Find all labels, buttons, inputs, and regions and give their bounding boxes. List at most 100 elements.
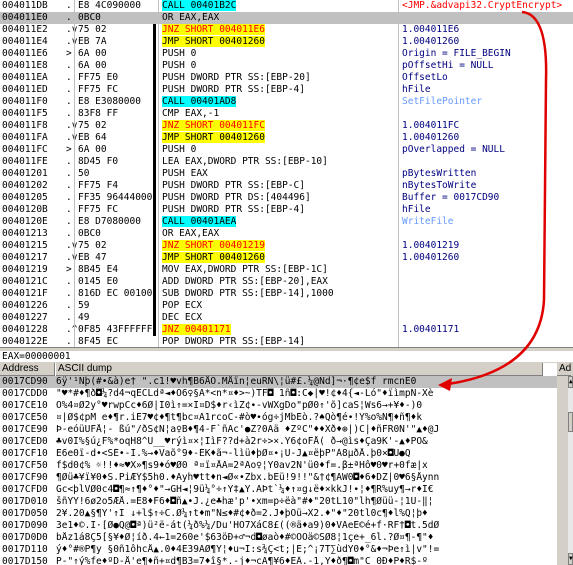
dump-ascii-text: šñYY!6ø2o5ÆÅ.=E8♦F6♦◘ñ▲•J.¿e♣hæ'p'•xm=p÷… — [56, 496, 434, 507]
disasm-row[interactable]: 0040121F. 816D EC 00100 SUB DWORD PTR SS:[… — [0, 288, 573, 300]
disasm-comment: 1.00401260 — [402, 36, 460, 47]
disasm-jump-marker: . — [66, 96, 72, 107]
dump-row[interactable]: 0017CF10 E6e0ï-d•<SÉ•-I.%→♦Vaõ°9♦-ÉK♦ã¬-l… — [0, 448, 557, 460]
dump-column-ascii[interactable]: ASCII dump — [56, 363, 543, 376]
dump-row[interactable]: 0017CE10 Ô%4¤Ø2y°♥rwpCc♦6Ø|I0ì↑=×I¤D$♦r‹ì… — [0, 400, 557, 412]
dump-row[interactable]: 0017D050 2¥.20▲§¶Y'↑I ↓+l$↑÷C.Ø¼↑t♦m"Ñ≤♦#… — [0, 508, 557, 520]
disasm-row[interactable]: 004011F8 .v 75 02 JNZ SHORT 004011FC 1.00401… — [0, 120, 573, 132]
disasm-hex-bytes: FF75 FC — [78, 84, 119, 95]
disasm-address: 004011E0 — [2, 12, 48, 23]
disasm-row[interactable]: 0040121C. 0145 E0 ADD DWORD PTR SS:[EBP-20… — [0, 276, 573, 288]
disasm-hex-bytes: 75 02 — [78, 240, 107, 251]
disasm-row[interactable]: 00401227. 49 DEC ECX — [0, 312, 573, 324]
dump-column-address[interactable]: Address — [0, 363, 55, 376]
disasm-row[interactable]: 004011F0. E8 E3080000 CALL 00401AD8 SetFile… — [0, 96, 573, 108]
dump-row[interactable]: 0017CE50 ¤|Ø$¢pM e♦¶r.iE7♥¢♦¶t¶bc¤Ä1rcoC-… — [0, 412, 557, 424]
disasm-row[interactable]: 004011DB. E8 4C090000 CALL 00401B2C <JMP.&a… — [0, 0, 573, 12]
disasm-instruction: MOV EAX,DWORD PTR SS:[EBP-1C] — [162, 264, 328, 275]
disasm-row[interactable]: 004011E6 >6A 00 PUSH 0 Origin = FILE_BEGIN — [0, 48, 573, 60]
disasm-row[interactable]: 0040122E. 8F45 EC POP DWORD PTR SS:[EBP-14… — [0, 336, 573, 347]
scroll-down-button[interactable]: ▼ — [568, 553, 573, 565]
disasm-comment — [402, 300, 573, 312]
disassembly-pane[interactable]: 004011DB. E8 4C090000 CALL 00401B2C <JMP.&a… — [0, 0, 573, 347]
disasm-row[interactable]: 004011EA. FF75 E0 PUSH DWORD PTR SS:[EBP-2… — [0, 72, 573, 84]
disasm-instruction-cell: LEA EAX,DWORD PTR SS:[EBP-10] — [162, 156, 398, 168]
dump-row[interactable]: 0017D010 šñYY!6ø2o5ÆÅ.=E8♦F6♦◘ñ▲•J.¿e♣hæ'… — [0, 496, 557, 508]
disasm-instruction: PUSH DWORD PTR SS:[EBP-20] — [162, 72, 311, 83]
disasm-jump-marker: .v — [66, 240, 78, 251]
column-separator-disasm — [158, 0, 159, 347]
dump-row[interactable]: 0017CE90 Þ-eóüUFÅ¦- ßú"/ðS¢N¦a♀B♦¶4-F`ñAc… — [0, 424, 557, 436]
disasm-instruction-cell: JMP SHORT 00401260 — [162, 132, 398, 144]
disasm-row[interactable]: 004011ED. FF75 FC PUSH DWORD PTR SS:[EBP-4… — [0, 84, 573, 96]
disasm-row[interactable]: 00401205. FF35 96444000 PUSH DWORD PTR DS:… — [0, 192, 573, 204]
disasm-jump-marker: . — [66, 84, 72, 95]
column-separator-hex — [74, 0, 75, 347]
disasm-row[interactable]: 00401201. 50 PUSH EAX pBytesWritten — [0, 168, 573, 180]
disasm-row[interactable]: 00401217 .v EB 47 JMP SHORT 00401260 1.00401… — [0, 252, 573, 264]
disasm-row[interactable]: 004011E2 .v 75 02 JNZ SHORT 004011E6 1.00401… — [0, 24, 573, 36]
dump-scrollbar-thumb[interactable] — [568, 412, 573, 432]
dump-address: 0017CE90 — [2, 424, 48, 435]
disasm-hex-bytes: 0145 E0 — [78, 276, 119, 287]
disasm-row[interactable]: 004011E8. 6A 00 PUSH 0 pOffsetHi = NULL — [0, 60, 573, 72]
disasm-address: 0040120B — [2, 204, 48, 215]
disasm-instruction: PUSH 0 — [162, 144, 197, 155]
disasm-row[interactable]: 004011FE. 8D45 F0 LEA EAX,DWORD PTR SS:[EB… — [0, 156, 573, 168]
disasm-instruction-cell: OR EAX,EAX — [162, 228, 398, 240]
disasm-hex-bytes: 0BC0 — [78, 228, 101, 239]
dump-row[interactable]: 0017D090 3e1♦©.Ï·[Ø●Q@◘ª)ü²ë-át(¼ð%¼/Du'H… — [0, 520, 557, 532]
disasm-row[interactable]: 00401213. 0BC0 OR EAX,EAX — [0, 228, 573, 240]
disasm-hex-bytes: 49 — [78, 312, 90, 323]
disasm-comment: hFile — [402, 204, 431, 215]
dump-row[interactable]: 0017CD90 6ÿ'¹Nþ(#•&à)e† ".c1!♥vh¶B6ÅO.MÅï… — [0, 376, 557, 388]
disasm-row[interactable]: 00401215 .v 75 02 JNZ SHORT 00401219 1.00401… — [0, 240, 573, 252]
disasm-row[interactable]: 004011FC >6A 00 PUSH 0 pOverlapped = NULL — [0, 144, 573, 156]
dump-row[interactable]: 0017CFD0 Gc<þlVØ0c4◘¶≈↑¶♦°♦"→GH◄¦9ü¼°÷↑Y‡… — [0, 484, 557, 496]
disasm-instruction-cell: PUSH DWORD PTR SS:[EBP-20] — [162, 72, 398, 84]
disasm-instruction: PUSH DWORD PTR SS:[EBP-4] — [162, 204, 305, 215]
disasm-jump-marker: . — [66, 336, 72, 347]
disasm-row[interactable]: 0040120E. E8 D7080000 CALL 00401AEA WriteFi… — [0, 216, 573, 228]
disasm-instruction-cell: PUSH 0 — [162, 144, 398, 156]
disasm-instruction: JMP SHORT 00401260 — [162, 252, 265, 263]
disasm-instruction: LEA EAX,DWORD PTR SS:[EBP-10] — [162, 156, 328, 167]
disasm-instruction-cell: POP DWORD PTR SS:[EBP-14] — [162, 336, 398, 347]
dump-row[interactable]: 0017CDD0 "♥*#♦¶ð◘¼?d4¬qECLdª◄♦Ö6♀§Ä*<n*¤♦… — [0, 388, 557, 400]
register-status-line: EAX=00000001 — [0, 351, 573, 362]
scroll-up-button[interactable]: ▲ — [568, 376, 573, 388]
dump-address: 0017CF90 — [2, 472, 48, 483]
disasm-instruction-cell: JNZ 00401171 — [162, 324, 398, 336]
dump-row[interactable]: 0017CED0 ♣v0Ï%§ú¿F%*oqH8^U__♥rýì¤×¦IìF??d… — [0, 436, 557, 448]
disasm-instruction-cell: PUSH 0 — [162, 60, 398, 72]
disasm-row[interactable]: 00401226. 59 POP ECX — [0, 300, 573, 312]
dump-row[interactable]: 0017CF50 f$d0¢% ☼!!♦≈♥X»¶s9♦ó♥Ø0 ª¤ï¤ÅA=2… — [0, 460, 557, 472]
disasm-address: 00401205 — [2, 192, 48, 203]
disasm-instruction-cell: OR EAX,EAX — [162, 12, 398, 24]
disasm-row[interactable]: 004011E4 .v EB 7A JMP SHORT 00401260 1.00401… — [0, 36, 573, 48]
dump-address: 0017CFD0 — [2, 484, 48, 495]
disasm-hex-bytes: FF75 F4 — [78, 180, 119, 191]
disasm-hex-bytes: 83F8 FF — [78, 108, 119, 119]
memory-dump-pane[interactable]: Address ASCII dump 0017CD90 6ÿ'¹Nþ(#•&à)e… — [0, 363, 557, 565]
disasm-comment: SetFilePointer — [402, 96, 483, 107]
dump-row[interactable]: 0017D0D0 bÅz1á8Ç5[§¥♦Ø¦íð.4←1=260e'$63öÐ+… — [0, 532, 557, 544]
disasm-row[interactable]: 004011F5. 83F8 FF CMP EAX,-1 — [0, 108, 573, 120]
disasm-hex-bytes: FF75 E0 — [78, 72, 119, 83]
disasm-row[interactable]: 0040120B. FF75 FC PUSH DWORD PTR SS:[EBP-4… — [0, 204, 573, 216]
dump-ascii-text: bÅz1á8Ç5[§¥♦Ø¦íð.4←1=260e'$63öÐ+♂¬d◘øaò♦… — [56, 532, 434, 543]
disasm-instruction: PUSH EAX — [162, 168, 208, 179]
disasm-row[interactable]: 004011FA .v EB 64 JMP SHORT 00401260 1.00401… — [0, 132, 573, 144]
disasm-address: 004011FA — [2, 132, 48, 143]
disasm-address: 004011E8 — [2, 60, 48, 71]
disasm-row[interactable]: 00401202. FF75 F4 PUSH DWORD PTR SS:[EBP-C… — [0, 180, 573, 192]
dump-row[interactable]: 0017CF90 ¶Øü♣¥ï¥0♦S.PiÆÝ$5h0.♦Äyh♥tt♦n◄Ø«… — [0, 472, 557, 484]
disasm-row[interactable]: 00401219 >8B45 E4 MOV EAX,DWORD PTR SS:[EB… — [0, 264, 573, 276]
disasm-hex-bytes: 8B45 E4 — [78, 264, 119, 275]
disasm-row[interactable]: 00401228 .^ 0F85 43FFFFFF JNZ 00401171 1.004… — [0, 324, 573, 336]
dump-row[interactable]: 0017D150 P-"↑ý%fe♦ºD-Å'e¶♦ñ+¤d¶B3=7♦î§*.-… — [0, 556, 557, 565]
dump-row[interactable]: 0017D110 ý♦°#®P¶y §0ñ1ôhcÅ▲.0♦4E39AØ¶Y¦♦u… — [0, 544, 557, 556]
dump-ascii-text: ¶Øü♣¥ï¥0♦S.PiÆÝ$5h0.♦Äyh♥tt♦n◄Ø«•Zbx.bEü… — [56, 472, 440, 483]
disasm-row[interactable]: 004011E0. 0BC0 OR EAX,EAX — [0, 12, 573, 24]
disasm-instruction: JMP SHORT 00401260 — [162, 36, 265, 47]
